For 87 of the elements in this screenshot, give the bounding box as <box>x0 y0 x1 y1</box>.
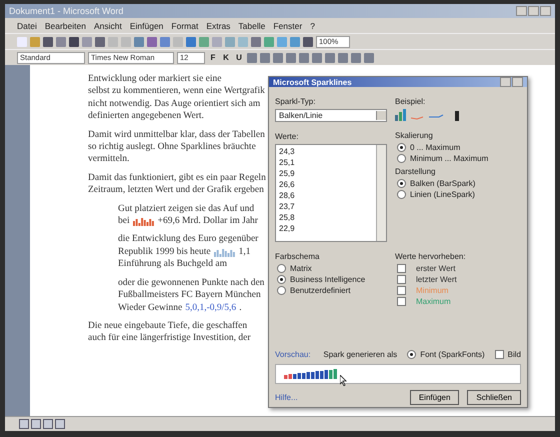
document-text: die Entwicklung des Euro gegenüber <box>118 233 258 246</box>
document-text: Damit wird unmittelbar klar, dass der Tabellen <box>88 128 265 142</box>
option-label: erster Wert <box>416 264 456 273</box>
list-item[interactable]: 22,9 <box>279 224 373 234</box>
document-text: Damit das funktioniert, gibt es ein paar Regeln <box>88 172 266 184</box>
window-title: Dokument1 - Microsoft Word <box>9 6 124 16</box>
option-label: Font (SparkFonts) <box>420 350 485 359</box>
radio-button[interactable] <box>277 275 286 284</box>
dialog-button[interactable]: Schließen <box>467 390 521 405</box>
option-label: Maximum <box>416 297 451 306</box>
document-text: bei <box>118 215 130 228</box>
document-text: selbst zu kommentieren, wenn eine Wertgrafik <box>88 85 265 98</box>
menu-item[interactable]: Tabelle <box>238 20 266 30</box>
document-text: +69,6 Mrd. Dollar im Jahr <box>158 215 258 228</box>
checkbox[interactable] <box>397 275 406 284</box>
checkbox[interactable] <box>397 264 406 273</box>
values-list[interactable]: 24,3 25,1 25,9 26,6 28,6 23,7 25,8 22,9 <box>275 144 387 242</box>
field-label: Beispiel: <box>395 97 426 106</box>
option-label: Minimum ... Maximum <box>410 154 488 163</box>
radio-button[interactable] <box>397 190 406 199</box>
document-text: nicht notwendig. Das Auge orientiert sich am <box>88 98 260 110</box>
menu-item[interactable]: Datei <box>17 20 37 30</box>
radio-button[interactable] <box>277 264 286 273</box>
document-text: auch für eine längerfristige Investition, der <box>88 332 250 345</box>
option-label: letzter Wert <box>416 275 457 284</box>
menu-item[interactable]: Bearbeiten <box>44 20 86 30</box>
list-item[interactable]: 25,1 <box>279 158 373 168</box>
option-label: Business Intelligence <box>290 275 366 284</box>
list-item[interactable]: 25,9 <box>279 169 373 179</box>
document-text: so richtig auslegt. Ohne Sparklines bräuchte <box>88 141 256 154</box>
checkbox[interactable] <box>494 350 504 359</box>
menu-item[interactable]: Extras <box>206 20 230 30</box>
option-label: Bild <box>508 350 521 359</box>
list-item[interactable]: 26,6 <box>279 180 373 190</box>
document-text: Wieder Gewinne <box>118 302 182 314</box>
format-button[interactable]: K <box>221 53 231 62</box>
format-button[interactable]: F <box>208 53 218 62</box>
list-item[interactable]: 23,7 <box>279 202 373 212</box>
document-text: Gut platziert zeigen sie das Auf und <box>118 202 254 216</box>
option-label: 0 ... Maximum <box>410 143 460 152</box>
scrollbar[interactable] <box>376 145 386 241</box>
field-label: Werte: <box>275 132 300 141</box>
document-text: Einführung als Buchgeld am <box>118 258 227 271</box>
radio-button[interactable] <box>407 350 416 359</box>
document-text: Entwicklung oder markiert sie eine <box>88 73 222 86</box>
list-item[interactable]: 28,6 <box>279 191 373 201</box>
radio-button[interactable] <box>397 179 406 188</box>
dialog-title: Microsoft Sparklines <box>273 78 352 86</box>
radio-button[interactable] <box>397 154 406 163</box>
document-text: Zeitraum, letzten Wert und der Grafik ergeben <box>88 184 264 197</box>
option-label: Linien (LineSpark) <box>410 190 475 199</box>
type-dropdown[interactable]: Balken/Linie <box>275 109 387 122</box>
field-label: Spark generieren als <box>323 350 398 359</box>
document-text: Fußballmeisters FC Bayern München <box>118 289 261 302</box>
list-item[interactable]: 25,8 <box>279 213 373 223</box>
format-button[interactable]: U <box>234 53 244 62</box>
document-text: vermitteln. <box>88 153 130 166</box>
sparkline-drawing <box>284 369 340 379</box>
group-label: Darstellung <box>395 167 436 176</box>
document-text: Die neue eingebaute Tiefe, die geschaffen <box>88 320 248 332</box>
group-label: Werte hervorheben: <box>395 252 467 261</box>
group-label: Skalierung <box>395 131 434 140</box>
checkbox[interactable] <box>397 297 406 306</box>
group-label: Farbschema <box>275 252 320 261</box>
colored-values: 5,0,1,-0,9/5,6 <box>185 302 236 314</box>
menu-item[interactable]: ? <box>310 20 315 30</box>
radio-button[interactable] <box>397 143 406 152</box>
dialog-button[interactable]: Einfügen <box>410 390 460 405</box>
preview-label: Vorschau: <box>275 350 311 359</box>
menu-item[interactable]: Ansicht <box>94 20 122 30</box>
radio-button[interactable] <box>277 286 286 295</box>
field-label: Sparkl-Typ: <box>275 97 316 106</box>
checkbox[interactable] <box>397 286 406 295</box>
document-text: . <box>239 302 242 314</box>
option-label: Matrix <box>290 264 312 273</box>
option-label: Minimum <box>416 286 448 295</box>
document-text: Republik 1999 bis heute <box>118 246 211 258</box>
document-text: oder die gewonnenen Punkte nach den <box>118 276 264 290</box>
menu-item[interactable]: Format <box>171 20 198 30</box>
document-text: definierten angegebenen Wert. <box>88 110 204 123</box>
list-item[interactable]: 24,3 <box>279 147 373 157</box>
document-text: 1,1 <box>238 246 250 258</box>
option-label: Benutzerdefiniert <box>290 286 350 295</box>
option-label: Balken (BarSpark) <box>410 179 476 188</box>
menu-item[interactable]: Einfügen <box>130 20 164 30</box>
menu-item[interactable]: Fenster <box>273 20 302 30</box>
help-link[interactable]: Hilfe... <box>275 393 298 402</box>
